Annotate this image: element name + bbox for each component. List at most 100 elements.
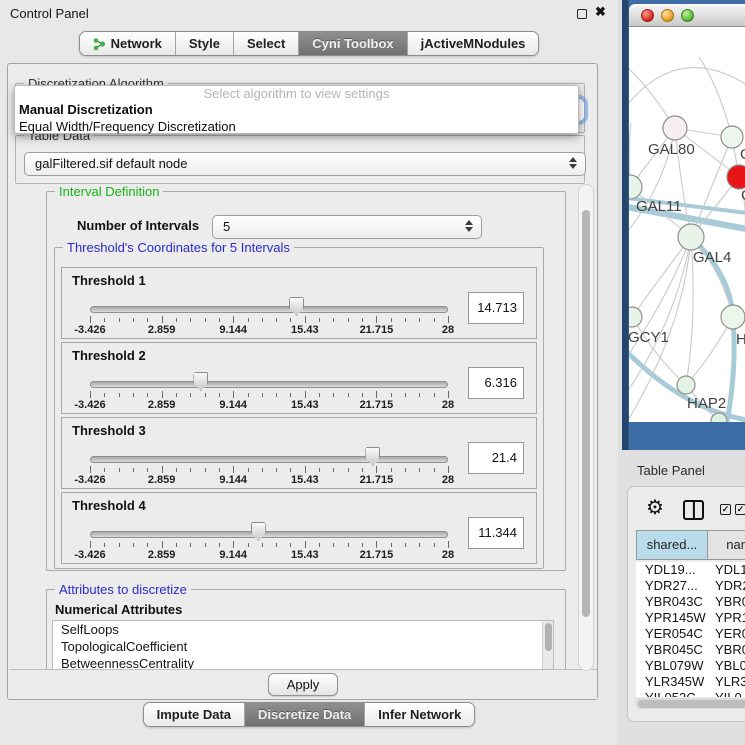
tab-style[interactable]: Style	[176, 32, 234, 55]
network-node[interactable]	[663, 116, 687, 140]
table-cell: YIL052C	[636, 690, 708, 697]
slider-track[interactable]	[90, 381, 448, 388]
dropdown-option-manual[interactable]: Manual Discretization	[15, 101, 578, 118]
thresholds-group: Threshold's Coordinates for 5 Intervals …	[54, 247, 544, 569]
tab-discretize-data[interactable]: Discretize Data	[245, 703, 365, 726]
dropdown-placeholder: Select algorithm to view settings	[15, 86, 578, 101]
network-node[interactable]	[721, 126, 743, 148]
threshold-2-panel: Threshold 2 -3.4262.8599.14415.4321.7152…	[61, 342, 537, 414]
checkbox-icon[interactable]: ✓	[720, 504, 731, 515]
table-row[interactable]: YPR145WYPR1	[636, 610, 745, 626]
group-title: Interval Definition	[55, 184, 163, 199]
table-row[interactable]: YBR045CYBR0	[636, 642, 745, 658]
dropdown-option-equal-width[interactable]: Equal Width/Frequency Discretization	[15, 118, 578, 135]
table-cell: YDL19...	[636, 562, 708, 578]
network-node[interactable]	[677, 376, 695, 394]
close-traffic-light-icon[interactable]	[641, 9, 654, 22]
slider-tick-labels: -3.4262.8599.14415.4321.71528	[90, 549, 448, 562]
combobox-value: galFiltered.sif default node	[35, 156, 187, 171]
table-cell: YBR043C	[636, 594, 708, 610]
network-window-titlebar[interactable]	[629, 4, 745, 27]
table-row[interactable]: YER054CYER0	[636, 626, 745, 642]
node-label: GAL4	[693, 249, 731, 266]
slider-track[interactable]	[90, 531, 448, 538]
table-row[interactable]: YLR345WYLR3	[636, 674, 745, 690]
numerical-attributes-list[interactable]: SelfLoopsTopologicalCoefficientBetweenne…	[52, 620, 554, 670]
zoom-traffic-light-icon[interactable]	[681, 9, 694, 22]
slider-thumb[interactable]	[365, 447, 380, 466]
apply-button[interactable]: Apply	[268, 673, 339, 696]
threshold-value-field[interactable]: 6.316	[468, 367, 524, 399]
tab-network[interactable]: Network	[80, 32, 176, 55]
control-panel: Control Panel ✖ Network Style Select Cyn…	[0, 0, 618, 745]
node-label: C	[741, 187, 745, 204]
network-node[interactable]	[629, 307, 642, 327]
table-cell: YPR1	[708, 610, 745, 626]
gear-icon[interactable]: ⚙	[646, 495, 664, 520]
tab-label: Cyni Toolbox	[312, 36, 393, 51]
table-row[interactable]: YIL052CYIL0	[636, 690, 745, 697]
network-node[interactable]	[678, 224, 704, 250]
threshold-1-panel: Threshold 1 -3.4262.8599.14415.4321.7152…	[61, 267, 537, 339]
node-label: GAL11	[636, 198, 682, 215]
horizontal-scrollbar[interactable]	[635, 698, 745, 709]
network-view-window: GAL80GACGAL11GAL4GCY1HHAP2	[622, 0, 745, 450]
threshold-label: Threshold 1	[72, 273, 146, 288]
slider-track[interactable]	[90, 456, 448, 463]
slider-tick-labels: -3.4262.8599.14415.4321.71528	[90, 399, 448, 412]
table-row[interactable]: YDR27...YDR2	[636, 578, 745, 594]
attribute-item[interactable]: SelfLoops	[53, 621, 553, 638]
table-row[interactable]: YBL079WYBL0	[636, 658, 745, 674]
slider-thumb[interactable]	[289, 297, 304, 316]
right-region: GAL80GACGAL11GAL4GCY1HHAP2 Table Panel ⚙…	[618, 0, 745, 745]
group-title: Threshold's Coordinates for 5 Intervals	[63, 240, 294, 255]
num-intervals-spinner[interactable]: 5	[212, 215, 482, 239]
close-icon[interactable]: ✖	[595, 4, 606, 20]
minimize-traffic-light-icon[interactable]	[661, 9, 674, 22]
split-columns-icon[interactable]	[683, 500, 704, 520]
tab-cyni-toolbox[interactable]: Cyni Toolbox	[299, 32, 407, 55]
tab-jactivemnodules[interactable]: jActiveMNodules	[408, 32, 539, 55]
table-header: shared... name	[636, 530, 745, 560]
slider-tick-labels: -3.4262.8599.14415.4321.71528	[90, 474, 448, 487]
table-body: YDL19...YDL1YDR27...YDR2YBR043CYBR0YPR14…	[636, 562, 745, 697]
slider-thumb[interactable]	[193, 372, 208, 391]
tab-label: Infer Network	[378, 707, 461, 722]
column-header-shared[interactable]: shared...	[636, 530, 708, 560]
attribute-item[interactable]: TopologicalCoefficient	[53, 638, 553, 655]
table-cell: YLR3	[708, 674, 745, 690]
threshold-value-field[interactable]: 14.713	[468, 292, 524, 324]
network-node[interactable]	[727, 165, 745, 189]
float-window-icon[interactable]	[577, 9, 587, 19]
table-cell: YBR045C	[636, 642, 708, 658]
network-canvas[interactable]: GAL80GACGAL11GAL4GCY1HHAP2	[629, 27, 745, 422]
list-scrollbar[interactable]	[542, 621, 553, 669]
tab-infer-network[interactable]: Infer Network	[365, 703, 474, 726]
threshold-value-field[interactable]: 11.344	[468, 517, 524, 549]
threshold-value-field[interactable]: 21.4	[468, 442, 524, 474]
node-label: H	[736, 331, 745, 348]
node-label: GA	[740, 146, 745, 163]
attribute-item[interactable]: BetweennessCentrality	[53, 655, 553, 670]
column-header-name[interactable]: name	[708, 530, 745, 560]
network-node[interactable]	[721, 305, 745, 329]
slider-track[interactable]	[90, 306, 448, 313]
table-cell: YIL0	[708, 690, 742, 697]
panel-scrollbar[interactable]	[578, 184, 594, 671]
apply-strip: Apply	[9, 669, 597, 699]
tab-select[interactable]: Select	[234, 32, 299, 55]
threshold-4-panel: Threshold 4 -3.4262.8599.14415.4321.7152…	[61, 492, 537, 564]
threshold-label: Threshold 4	[72, 498, 146, 513]
stepper-arrows-icon	[465, 220, 473, 232]
table-row[interactable]: YDL19...YDL1	[636, 562, 745, 578]
cyni-toolbox-panel: Discretization Algorithm Select algorith…	[7, 63, 598, 700]
table-row[interactable]: YBR043CYBR0	[636, 594, 745, 610]
table-data-group: Table Data galFiltered.sif default node	[15, 135, 585, 184]
table-cell: YER054C	[636, 626, 708, 642]
table-data-combobox[interactable]: galFiltered.sif default node	[24, 152, 586, 176]
tab-impute-data[interactable]: Impute Data	[144, 703, 245, 726]
slider-thumb[interactable]	[251, 522, 266, 541]
threshold-label: Threshold 2	[72, 348, 146, 363]
checkbox-icon[interactable]: ✓	[735, 504, 745, 515]
stepper-arrows-icon	[569, 157, 577, 169]
